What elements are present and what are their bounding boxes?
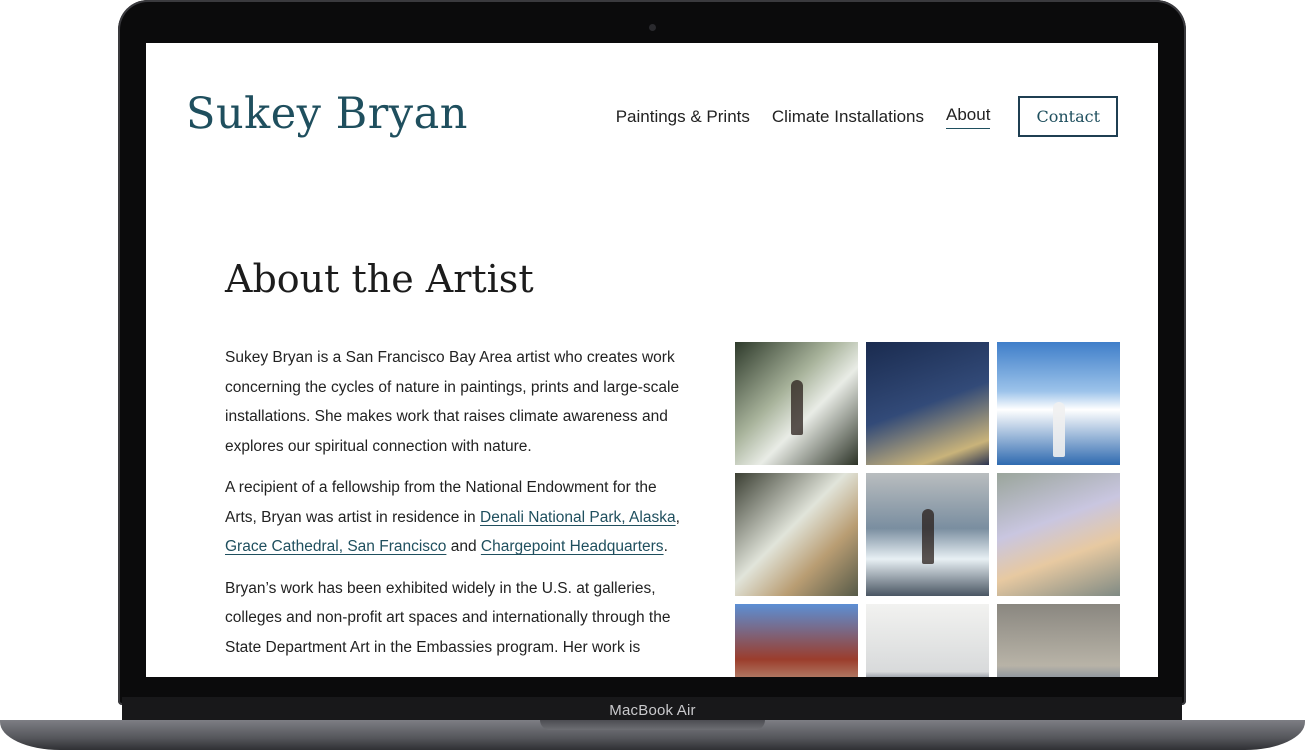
artist-photo-9[interactable] [997, 604, 1120, 677]
artist-photo-2[interactable] [866, 342, 989, 465]
nav-about[interactable]: About [946, 105, 991, 129]
main-nav: Paintings & Prints Climate Installations… [594, 96, 1118, 137]
camera-icon [649, 24, 656, 31]
artist-photo-1[interactable] [735, 342, 858, 465]
artist-photo-4[interactable] [735, 473, 858, 596]
about-paragraph-1: Sukey Bryan is a San Francisco Bay Area … [225, 349, 680, 455]
artist-photo-7[interactable] [735, 604, 858, 677]
browser-screen: Sukey Bryan Paintings & Prints Climate I… [146, 43, 1158, 677]
nav-climate-installations[interactable]: Climate Installations [772, 107, 924, 127]
paragraph-2-sep2: and [446, 538, 481, 555]
artist-photo-6[interactable] [997, 473, 1120, 596]
device-label: MacBook Air [609, 702, 696, 719]
artist-photo-3[interactable] [997, 342, 1120, 465]
page-heading: About the Artist [225, 257, 534, 301]
contact-button[interactable]: Contact [1018, 96, 1118, 137]
photo-gallery [735, 342, 1120, 677]
site-title[interactable]: Sukey Bryan [186, 89, 468, 139]
link-chargepoint-headquarters[interactable]: Chargepoint Headquarters [481, 538, 664, 555]
about-paragraph-2: A recipient of a fellowship from the Nat… [225, 473, 690, 562]
artist-photo-5[interactable] [866, 473, 989, 596]
nav-paintings-prints[interactable]: Paintings & Prints [616, 107, 750, 127]
artist-photo-8[interactable] [866, 604, 989, 677]
link-denali-national-park[interactable]: Denali National Park, Alaska [480, 509, 676, 526]
about-content: Sukey Bryan is a San Francisco Bay Area … [225, 343, 690, 674]
link-grace-cathedral[interactable]: Grace Cathedral, San Francisco [225, 538, 446, 555]
paragraph-2-sep1: , [675, 508, 680, 526]
paragraph-2-end: . [663, 538, 668, 555]
about-paragraph-3: Bryan’s work has been exhibited widely i… [225, 579, 671, 656]
laptop-notch [540, 720, 765, 730]
